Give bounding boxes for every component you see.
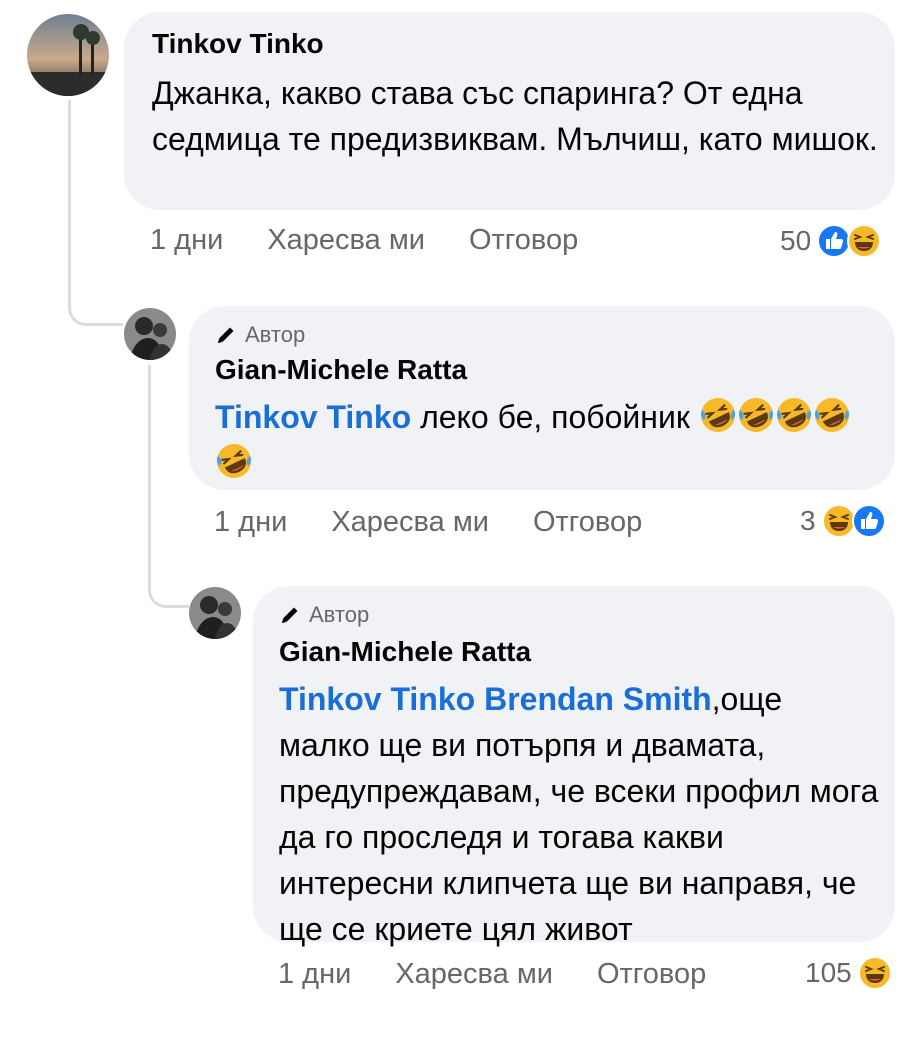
reply-author[interactable]: Gian-Michele Ratta xyxy=(279,636,531,668)
comment-bubble: Tinkov Tinko Джанка, какво става със спа… xyxy=(124,12,895,210)
haha-icon xyxy=(847,224,882,258)
reply-text: Tinkov Tinko леко бе, побойник xyxy=(215,394,875,486)
like-button[interactable]: Харесва ми xyxy=(331,506,489,539)
like-icon xyxy=(851,504,886,538)
pencil-icon xyxy=(218,327,234,343)
author-badge: Автор xyxy=(215,322,305,348)
rofl-emoji xyxy=(700,398,735,432)
rofl-emoji xyxy=(814,398,849,432)
comment-time[interactable]: 1 дни xyxy=(150,224,223,257)
reaction-summary[interactable]: 3 xyxy=(800,504,886,538)
author-badge-label: Автор xyxy=(309,602,370,627)
avatar[interactable] xyxy=(189,587,241,639)
reply-text-body: ,още малко ще ви потърпя и двамата, пред… xyxy=(279,681,879,947)
reply-button[interactable]: Отговор xyxy=(533,506,642,539)
comment-text: Джанка, какво става със спаринга? От едн… xyxy=(152,75,878,157)
author-badge-label: Автор xyxy=(245,322,306,347)
comment-author[interactable]: Tinkov Tinko xyxy=(152,28,324,60)
avatar-photo xyxy=(189,587,241,639)
reply-button[interactable]: Отговор xyxy=(469,224,578,257)
comment-actions: 1 дни Харесва ми Отговор xyxy=(214,506,686,539)
thread-line-reply xyxy=(148,365,189,608)
like-button[interactable]: Харесва ми xyxy=(395,958,553,991)
like-icon xyxy=(817,224,852,258)
reaction-summary[interactable]: 105 xyxy=(805,956,892,990)
reply-text: Tinkov Tinko Brendan Smith,още малко ще … xyxy=(279,676,879,952)
reaction-count: 3 xyxy=(800,505,816,536)
comment-time[interactable]: 1 дни xyxy=(214,506,287,539)
rofl-emoji xyxy=(776,398,811,432)
rofl-emoji xyxy=(216,444,252,478)
reply-button[interactable]: Отговор xyxy=(597,958,706,991)
reply-bubble: Автор Gian-Michele Ratta Tinkov Tinko ле… xyxy=(189,306,895,490)
reply-bubble: Автор Gian-Michele Ratta Tinkov Tinko Br… xyxy=(253,586,895,947)
reply-text-body: леко бе, побойник xyxy=(420,399,690,435)
thread-line-main xyxy=(68,100,123,326)
reaction-count: 105 xyxy=(805,957,852,988)
comment-time[interactable]: 1 дни xyxy=(278,958,351,991)
author-badge: Автор xyxy=(279,602,369,628)
avatar[interactable] xyxy=(124,308,176,360)
comment-actions: 1 дни Харесва ми Отговор xyxy=(150,224,622,257)
mention-link[interactable]: Tinkov Tinko xyxy=(215,399,411,435)
haha-icon xyxy=(857,956,892,990)
avatar[interactable] xyxy=(27,14,109,96)
rofl-emoji xyxy=(738,398,773,432)
like-button[interactable]: Харесва ми xyxy=(267,224,425,257)
reply-author[interactable]: Gian-Michele Ratta xyxy=(215,354,467,386)
reaction-count: 50 xyxy=(780,225,812,256)
avatar-photo xyxy=(27,14,109,96)
avatar-photo xyxy=(124,308,176,360)
mention-link[interactable]: Tinkov Tinko Brendan Smith xyxy=(279,681,712,717)
reaction-summary[interactable]: 50 xyxy=(780,224,882,258)
comment-actions: 1 дни Харесва ми Отговор xyxy=(278,958,750,991)
pencil-icon xyxy=(282,607,298,623)
haha-icon xyxy=(821,504,856,538)
